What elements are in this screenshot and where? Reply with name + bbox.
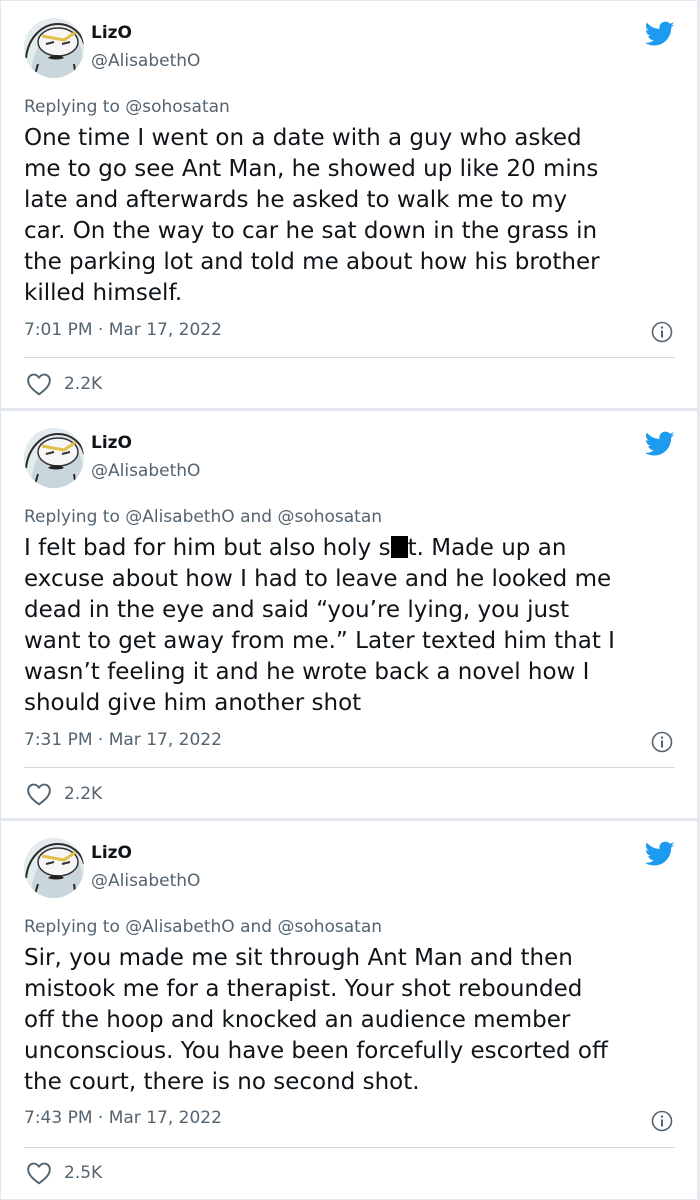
divider: [24, 1147, 675, 1148]
like-button[interactable]: 2.2K: [26, 372, 102, 396]
twitter-bird-icon[interactable]: [645, 431, 675, 457]
avatar-image: [24, 838, 84, 898]
tweet-text-line: excuse about how I had to leave and he l…: [24, 566, 612, 592]
replying-prefix: Replying to: [24, 97, 120, 117]
tweet-text-line: late and afterwards he asked to walk me …: [24, 187, 568, 213]
tweet-text-line: me to go see Ant Man, he showed up like …: [24, 156, 599, 182]
tweet-text-line: Sir, you made me sit through Ant Man and…: [24, 945, 573, 971]
like-count: 2.2K: [64, 374, 103, 394]
tweet-text-line: the parking lot and told me about how hi…: [24, 249, 600, 275]
author-handle[interactable]: @AlisabethO: [91, 871, 200, 891]
tweet-text-line: wasn’t feeling it and he wrote back a no…: [24, 659, 590, 685]
heart-icon[interactable]: [26, 782, 52, 806]
tweet-text: One time I went on a date with a guy who…: [24, 123, 684, 309]
replying-prefix: Replying to: [24, 507, 120, 527]
replying-to-link[interactable]: @AlisabethO and @sohosatan: [125, 507, 382, 527]
divider: [24, 357, 675, 358]
author-handle[interactable]: @AlisabethO: [91, 461, 200, 481]
text-after-redaction: t. Made up an: [407, 535, 567, 561]
tweet-card[interactable]: LizO @AlisabethO Replying to @AlisabethO…: [0, 410, 698, 819]
like-button[interactable]: 2.2K: [26, 782, 102, 806]
author-name[interactable]: LizO: [91, 433, 132, 453]
replying-to: Replying to @AlisabethO and @sohosatan: [24, 507, 382, 527]
divider: [24, 767, 675, 768]
tweet-text-line: off the hoop and knocked an audience mem…: [24, 1007, 571, 1033]
avatar[interactable]: [24, 18, 84, 78]
tweet-text: Sir, you made me sit through Ant Man and…: [24, 943, 684, 1098]
tweet-card[interactable]: LizO @AlisabethO Replying to @sohosatan …: [0, 0, 698, 409]
tweet-text-line: dead in the eye and said “you’re lying, …: [24, 597, 570, 623]
info-icon[interactable]: [651, 731, 673, 753]
info-icon[interactable]: [651, 1110, 673, 1132]
tweet-text-line: I felt bad for him but also holy s t. Mad…: [24, 533, 684, 564]
heart-icon[interactable]: [26, 1161, 52, 1185]
info-icon[interactable]: [651, 321, 673, 343]
avatar-image: [24, 428, 84, 488]
tweet-text-line: killed himself.: [24, 280, 183, 306]
replying-to-link[interactable]: @sohosatan: [125, 97, 230, 117]
timestamp[interactable]: 7:31 PM · Mar 17, 2022: [24, 730, 222, 750]
text-before-redaction: I felt bad for him but also holy s: [24, 535, 391, 561]
replying-to: Replying to @AlisabethO and @sohosatan: [24, 917, 382, 937]
tweet-text-line: mistook me for a therapist. Your shot re…: [24, 976, 583, 1002]
tweet-text-line: One time I went on a date with a guy who…: [24, 125, 582, 151]
replying-prefix: Replying to: [24, 917, 120, 937]
tweet-text-line: the court, there is no second shot.: [24, 1069, 420, 1095]
tweet-text-line: unconscious. You have been forcefully es…: [24, 1038, 608, 1064]
timestamp[interactable]: 7:43 PM · Mar 17, 2022: [24, 1108, 222, 1128]
avatar[interactable]: [24, 838, 84, 898]
heart-icon[interactable]: [26, 372, 52, 396]
author-name[interactable]: LizO: [91, 843, 132, 863]
replying-to: Replying to @sohosatan: [24, 97, 230, 117]
twitter-bird-icon[interactable]: [645, 21, 675, 47]
author-handle[interactable]: @AlisabethO: [91, 51, 200, 71]
like-count: 2.5K: [64, 1163, 103, 1183]
redaction-box: [390, 536, 408, 558]
like-count: 2.2K: [64, 784, 103, 804]
tweet-text: I felt bad for him but also holy s t. Mad…: [24, 533, 684, 719]
tweet-text-line: car. On the way to car he sat down in th…: [24, 218, 598, 244]
tweet-card[interactable]: LizO @AlisabethO Replying to @AlisabethO…: [0, 820, 698, 1200]
avatar-image: [24, 18, 84, 78]
author-name[interactable]: LizO: [91, 23, 132, 43]
timestamp[interactable]: 7:01 PM · Mar 17, 2022: [24, 320, 222, 340]
avatar[interactable]: [24, 428, 84, 488]
like-button[interactable]: 2.5K: [26, 1161, 102, 1185]
tweet-text-line: want to get away from me.” Later texted …: [24, 628, 615, 654]
twitter-bird-icon[interactable]: [645, 841, 675, 867]
replying-to-link[interactable]: @AlisabethO and @sohosatan: [125, 917, 382, 937]
tweet-text-line: should give him another shot: [24, 690, 362, 716]
